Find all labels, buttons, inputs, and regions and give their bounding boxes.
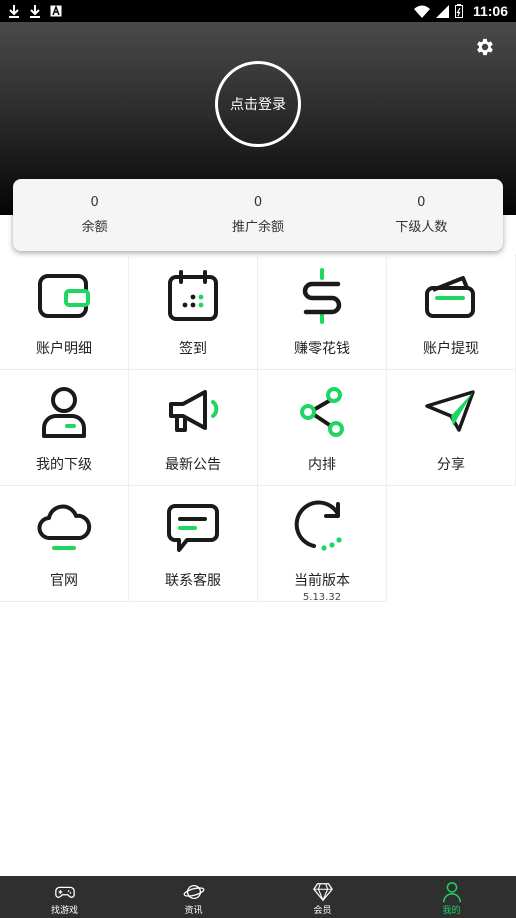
gamepad-icon <box>54 886 75 898</box>
status-bar-right: 11:06 <box>413 3 508 19</box>
grid-item-label: 赚零花钱 <box>294 341 350 357</box>
dollar-icon <box>302 268 342 324</box>
stat-balance[interactable]: 0 余额 <box>13 179 176 251</box>
cloud-icon <box>37 504 92 550</box>
grid-item-my-subordinates[interactable]: 我的下级 <box>0 370 129 486</box>
planet-icon <box>183 884 204 900</box>
wallet-icon <box>38 274 90 318</box>
grid-item-label: 联系客服 <box>165 573 221 589</box>
nav-label: 资讯 <box>184 906 203 916</box>
stats-card: 0 余额 0 推广余额 0 下级人数 <box>13 179 503 251</box>
download-icon <box>30 5 40 18</box>
signal-icon <box>435 4 449 18</box>
gear-icon[interactable] <box>474 36 496 58</box>
nav-item-find-games[interactable]: 找游戏 <box>0 876 129 918</box>
grid-item-website[interactable]: 官网 <box>0 486 129 602</box>
nav-item-membership[interactable]: 会员 <box>258 876 387 918</box>
bottom-nav: 找游戏 资讯 会员 我的 <box>0 876 516 918</box>
status-time: 11:06 <box>472 3 508 19</box>
grid-item-label: 官网 <box>50 573 78 589</box>
stat-label: 余额 <box>81 220 108 235</box>
grid-item-label: 最新公告 <box>165 457 221 473</box>
refresh-icon <box>294 500 342 551</box>
stat-value: 0 <box>253 195 263 210</box>
grid-item-label: 分享 <box>437 457 465 473</box>
person-icon <box>442 882 461 903</box>
wifi-icon <box>413 5 430 18</box>
status-bar-left <box>8 4 62 18</box>
stat-value: 0 <box>417 195 426 210</box>
grid-item-label: 我的下级 <box>36 457 92 473</box>
calendar-icon <box>168 270 218 321</box>
grid-item-earn-money[interactable]: 赚零花钱 <box>258 254 387 370</box>
app-root: 11:06 点击登录 0 余额 0 推广余额 0 下级人数 账户明细 签到 赚零… <box>0 0 516 918</box>
battery-icon <box>454 4 463 18</box>
stat-subordinates[interactable]: 0 下级人数 <box>340 179 503 251</box>
share-icon <box>300 387 344 437</box>
grid-item-internal-rank[interactable]: 内排 <box>258 370 387 486</box>
grid-item-withdraw[interactable]: 账户提现 <box>387 254 516 370</box>
grid-empty-cell <box>387 486 516 602</box>
grid-item-customer-service[interactable]: 联系客服 <box>129 486 258 602</box>
paper-plane-icon <box>425 390 475 432</box>
grid-item-label: 账户提现 <box>423 341 479 357</box>
nav-label: 会员 <box>313 906 332 916</box>
login-button[interactable]: 点击登录 <box>215 61 301 147</box>
megaphone-icon <box>169 390 219 432</box>
grid-item-label: 账户明细 <box>36 341 92 357</box>
notification-a-icon <box>50 5 62 17</box>
chat-icon <box>167 504 219 552</box>
nav-item-news[interactable]: 资讯 <box>129 876 258 918</box>
diamond-icon <box>312 883 333 902</box>
feature-grid: 账户明细 签到 赚零花钱 账户提现 我的下级 最新公告 内排 分享 官网 联系客… <box>0 254 516 603</box>
version-number: 5.13.32 <box>302 592 342 603</box>
stat-label: 推广余额 <box>231 220 284 235</box>
grid-item-version[interactable]: 当前版本 5.13.32 <box>258 486 387 603</box>
grid-item-label: 签到 <box>179 341 207 357</box>
status-bar: 11:06 <box>0 0 516 22</box>
grid-item-check-in[interactable]: 签到 <box>129 254 258 370</box>
grid-item-label: 当前版本 <box>294 573 350 589</box>
card-icon <box>425 276 475 318</box>
nav-item-mine[interactable]: 我的 <box>387 876 516 918</box>
grid-item-share[interactable]: 分享 <box>387 370 516 486</box>
stat-promo-balance[interactable]: 0 推广余额 <box>176 179 339 251</box>
user-icon <box>42 387 86 438</box>
grid-item-announcements[interactable]: 最新公告 <box>129 370 258 486</box>
nav-label: 我的 <box>442 906 461 916</box>
login-label: 点击登录 <box>230 97 286 113</box>
stat-label: 下级人数 <box>395 220 448 235</box>
stat-value: 0 <box>90 195 99 210</box>
download-icon <box>9 5 19 18</box>
nav-label: 找游戏 <box>50 906 78 916</box>
grid-item-label: 内排 <box>308 457 336 473</box>
grid-item-account-details[interactable]: 账户明细 <box>0 254 129 370</box>
